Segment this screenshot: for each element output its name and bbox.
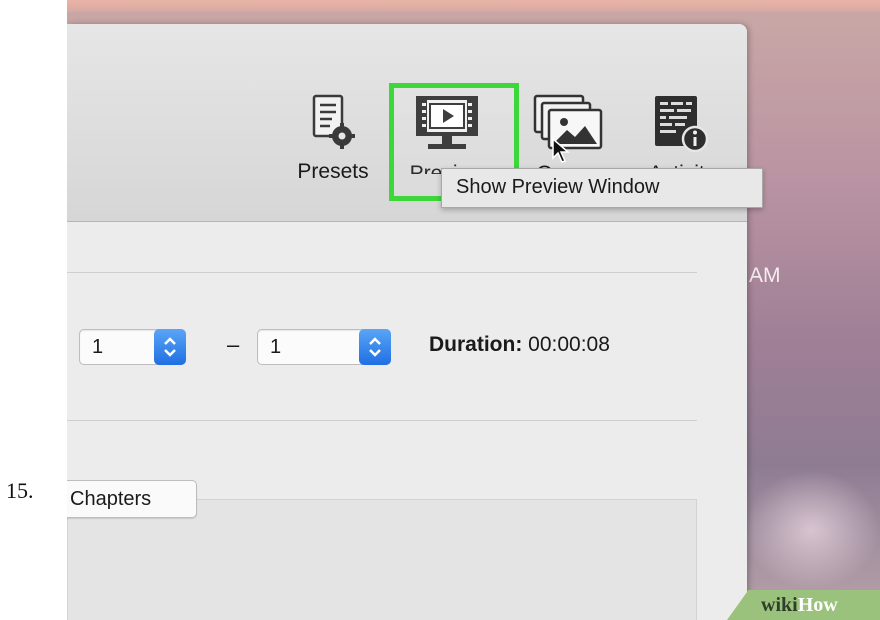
- activity-button[interactable]: Activity: [627, 94, 737, 174]
- desktop-wallpaper-glow: [743, 470, 880, 590]
- menu-bar: [67, 0, 880, 12]
- range-end-stepper-button[interactable]: [359, 329, 391, 365]
- wikihow-wiki: wiki: [761, 594, 798, 616]
- step-number: 15.: [6, 478, 34, 503]
- range-start-value: 1: [92, 336, 104, 358]
- range-start-stepper-button[interactable]: [154, 329, 186, 365]
- duration-label: Duration:: [429, 333, 523, 356]
- divider: [67, 272, 697, 273]
- chevron-up-down-icon: [369, 337, 381, 357]
- preview-tooltip: Show Preview Window: [441, 168, 763, 208]
- range-separator: –: [227, 332, 240, 357]
- source-panel: 1 – 1 Duration: 00:00:08 Chapters: [67, 223, 747, 620]
- duration-readout: Duration: 00:00:08: [429, 333, 610, 357]
- wikihow-how: How: [797, 594, 838, 616]
- activity-log-icon: [655, 96, 709, 153]
- range-start-stepper[interactable]: 1: [79, 329, 186, 365]
- screenshot: AM Presets 1 – 1 Duration: 00:00:08 Chap…: [67, 0, 880, 620]
- range-end-stepper[interactable]: 1: [257, 329, 391, 365]
- presets-button[interactable]: Presets: [274, 94, 392, 184]
- presets-gear-icon: [312, 94, 355, 149]
- mouse-cursor-icon: [552, 138, 570, 163]
- tab-chapters[interactable]: Chapters: [67, 480, 197, 518]
- range-end-value: 1: [270, 336, 282, 358]
- desktop-clock: AM: [749, 264, 781, 287]
- duration-value: 00:00:08: [528, 333, 610, 356]
- handbrake-window: Presets Preview: [67, 24, 747, 620]
- divider: [67, 420, 697, 421]
- chevron-up-down-icon: [164, 337, 176, 357]
- presets-label: Presets: [297, 160, 369, 183]
- wikihow-watermark: wikiHow: [761, 594, 838, 617]
